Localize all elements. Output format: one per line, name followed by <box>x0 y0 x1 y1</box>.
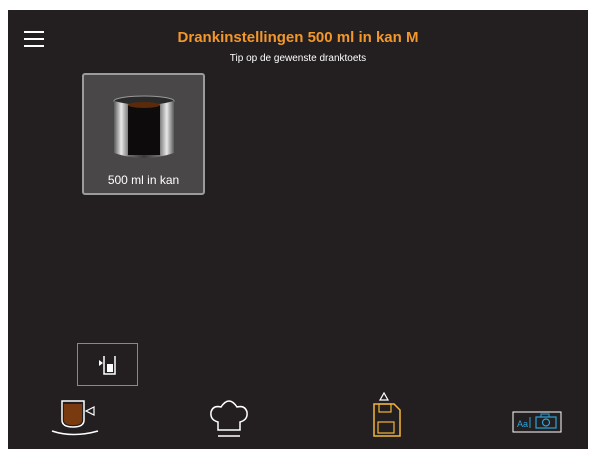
dispense-button[interactable] <box>77 343 138 386</box>
nav-recipes-button[interactable] <box>208 400 250 438</box>
jug-icon <box>113 95 175 158</box>
nav-display-button[interactable]: Aa <box>512 411 562 433</box>
svg-text:Aa: Aa <box>517 419 528 429</box>
product-tile-500ml-jug[interactable]: 500 ml in kan <box>82 73 205 195</box>
nav-save-button[interactable] <box>368 390 404 440</box>
page-subtitle: Tip op de gewenste dranktoets <box>229 53 367 64</box>
product-label: 500 ml in kan <box>107 173 180 187</box>
chef-hat-icon <box>210 400 248 437</box>
save-icon <box>373 391 401 437</box>
cup-icon <box>51 400 99 436</box>
page-title: Drankinstellingen 500 ml in kan M <box>177 29 419 46</box>
screen: Drankinstellingen 500 ml in kan M Tip op… <box>8 10 588 449</box>
nav-cup-button[interactable] <box>50 398 108 436</box>
jug-dispense-icon <box>99 356 116 375</box>
text-photo-icon: Aa <box>512 411 562 433</box>
